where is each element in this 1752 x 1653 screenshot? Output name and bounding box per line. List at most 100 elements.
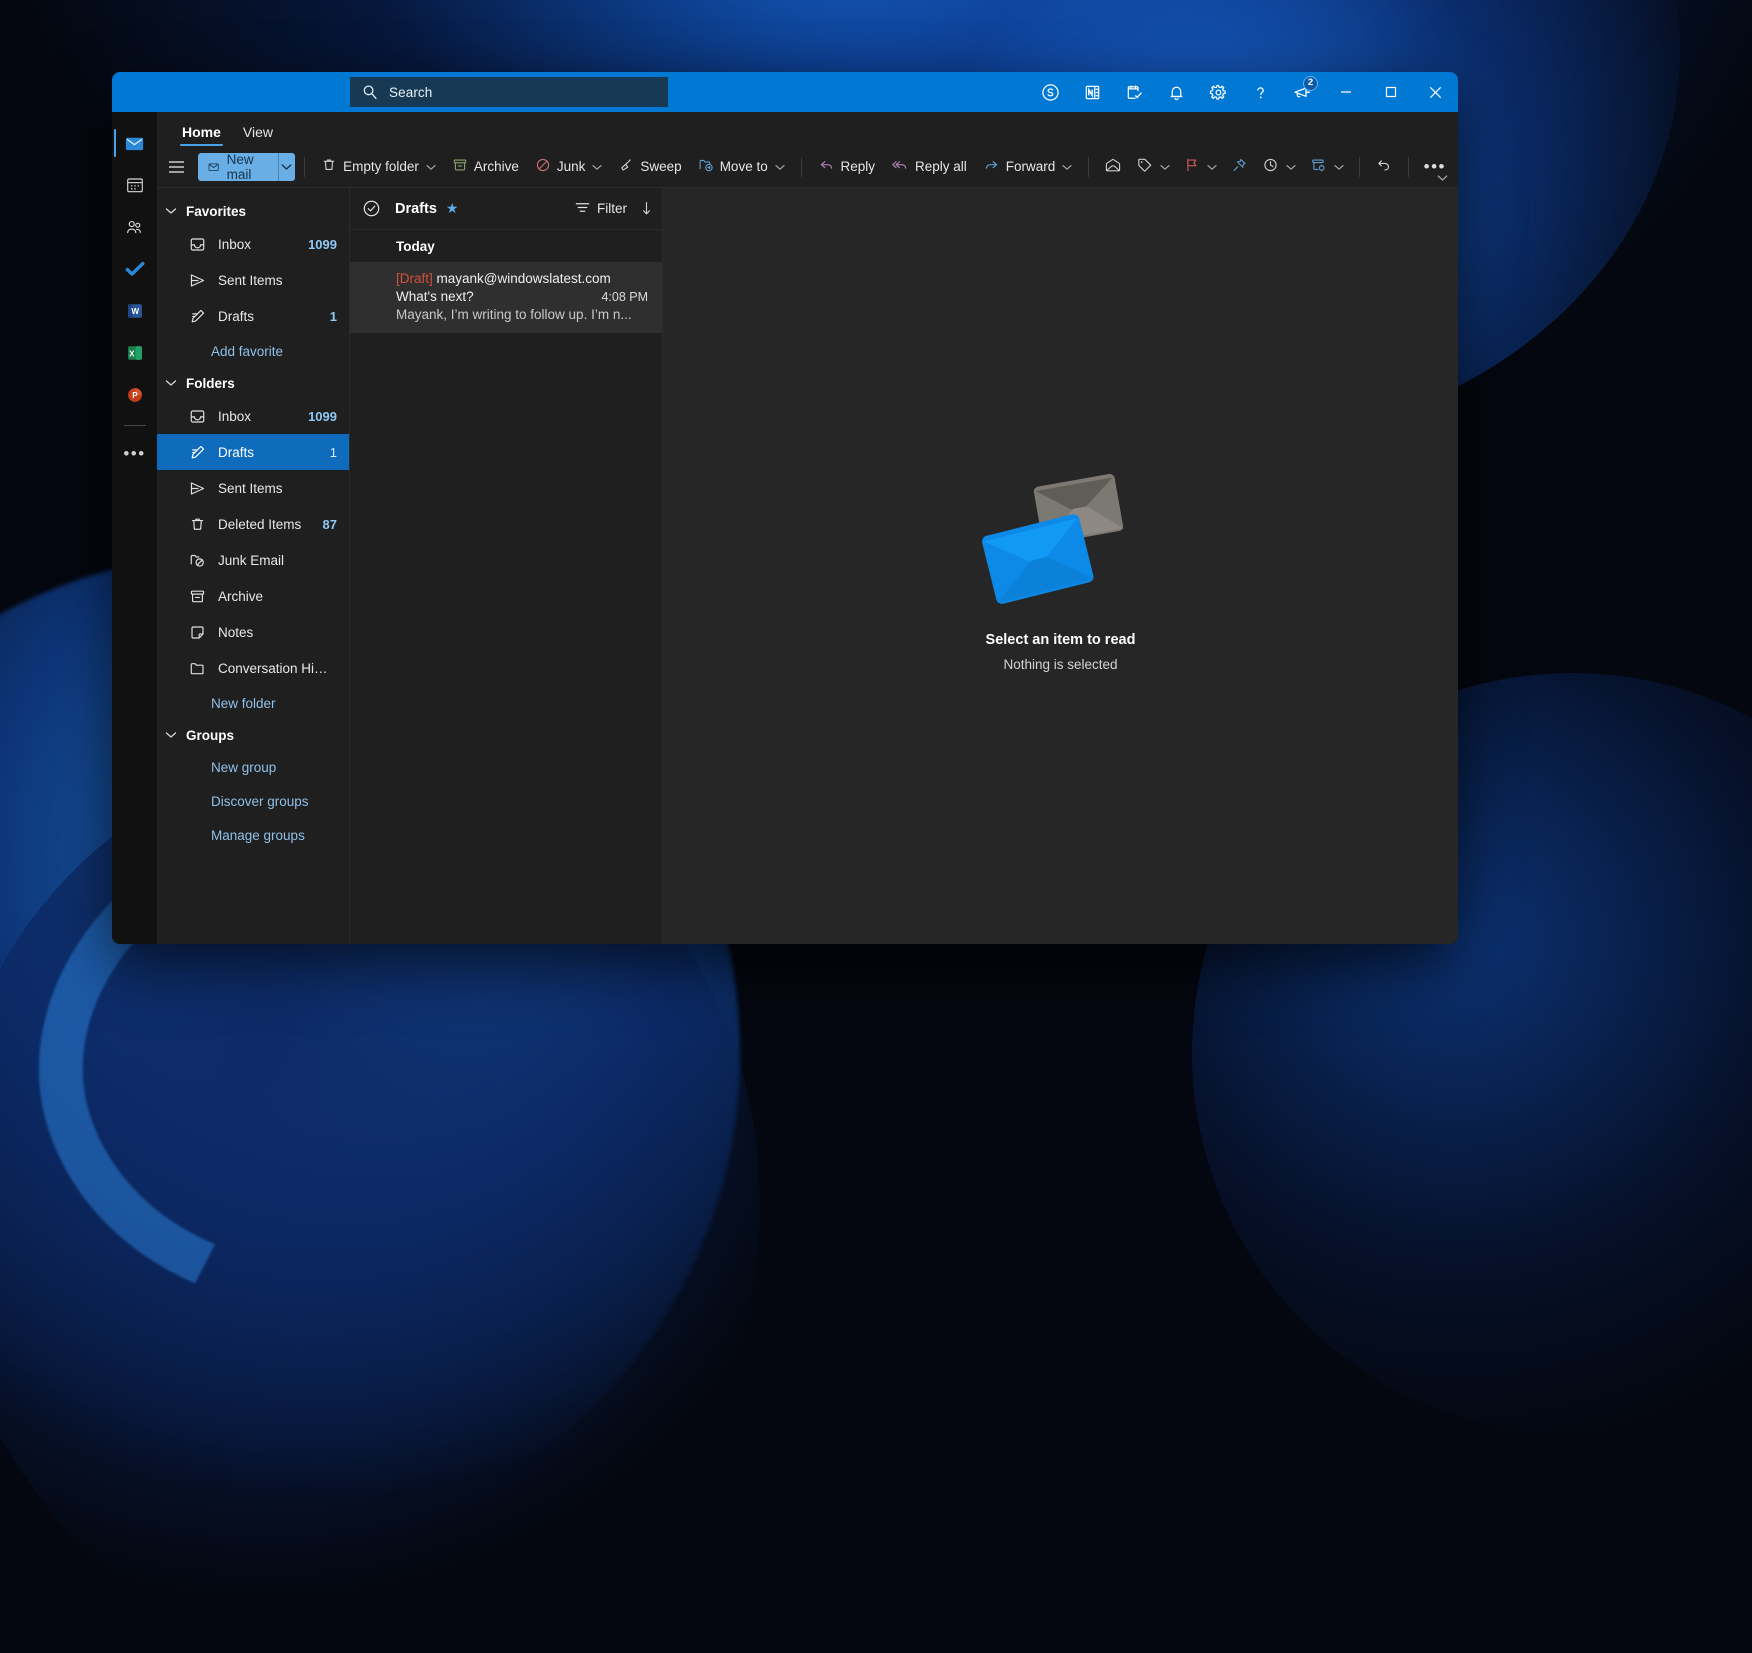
new-mail-main[interactable]: New mail: [198, 153, 277, 181]
help-question-icon[interactable]: [1239, 72, 1281, 112]
move-to-button[interactable]: Move to: [691, 152, 792, 182]
rail-item-more-apps[interactable]: •••: [112, 432, 157, 474]
folder-item-notes[interactable]: Notes: [157, 614, 349, 650]
rail-item-people[interactable]: [112, 206, 157, 248]
rules-button[interactable]: [1304, 152, 1350, 182]
undo-button[interactable]: [1369, 152, 1399, 182]
chevron-down-icon: [165, 726, 177, 744]
filter-icon: [575, 201, 590, 217]
reply-all-arrow-icon: [891, 157, 909, 176]
groups-title: Groups: [186, 728, 234, 743]
junk-button[interactable]: Junk: [528, 152, 610, 182]
folder-item-conversation-history[interactable]: Conversation His...: [157, 650, 349, 686]
sweep-button[interactable]: Sweep: [611, 152, 688, 182]
chevron-down-icon: [1207, 159, 1217, 174]
rail-item-calendar[interactable]: [112, 164, 157, 206]
sort-direction-button[interactable]: [641, 201, 652, 216]
folder-item-archive[interactable]: Archive: [157, 578, 349, 614]
rail-item-powerpoint[interactable]: P: [112, 374, 157, 416]
categorize-button[interactable]: [1130, 152, 1176, 182]
window-body: W X P •••: [112, 112, 1458, 944]
outlook-window: Search: [112, 72, 1458, 944]
main-panes: Favorites Inbox 1099: [157, 188, 1458, 944]
folder-label-junk-email: Junk Email: [218, 553, 329, 568]
groups-section-header[interactable]: Groups: [157, 720, 349, 750]
favorites-title: Favorites: [186, 204, 246, 219]
message-sender-line: [Draft] mayank@windowslatest.com: [396, 271, 648, 286]
tab-home[interactable]: Home: [171, 124, 232, 146]
snooze-button[interactable]: [1256, 152, 1302, 182]
skype-icon[interactable]: [1029, 72, 1071, 112]
message-sender: mayank@windowslatest.com: [437, 271, 611, 286]
message-time: 4:08 PM: [601, 290, 648, 304]
mark-read-button[interactable]: [1098, 152, 1128, 182]
empty-state-title: Select an item to read: [986, 632, 1136, 648]
folder-label-inbox: Inbox: [218, 409, 300, 424]
ribbon-collapse-button[interactable]: [1432, 170, 1452, 186]
folders-section-header[interactable]: Folders: [157, 368, 349, 398]
minimize-button[interactable]: [1323, 72, 1368, 112]
rail-item-todo[interactable]: [112, 248, 157, 290]
reply-button[interactable]: Reply: [811, 152, 883, 182]
tab-view[interactable]: View: [232, 124, 284, 146]
settings-gear-icon[interactable]: [1197, 72, 1239, 112]
forward-button[interactable]: Forward: [976, 152, 1080, 182]
search-input[interactable]: Search: [350, 77, 668, 107]
filter-button[interactable]: Filter: [569, 195, 633, 223]
title-bar-icon-group: 2: [1029, 72, 1323, 112]
close-button[interactable]: [1413, 72, 1458, 112]
new-folder-link[interactable]: New folder: [157, 686, 349, 720]
inbox-icon: [189, 408, 207, 425]
draft-tag: [Draft]: [396, 271, 433, 286]
archive-button[interactable]: Archive: [445, 152, 526, 182]
favorite-item-sent[interactable]: Sent Items: [157, 262, 349, 298]
folder-item-sent-items[interactable]: Sent Items: [157, 470, 349, 506]
command-separator-2: [801, 157, 802, 177]
favorite-count-inbox: 1099: [308, 237, 337, 252]
favorite-item-drafts[interactable]: Drafts 1: [157, 298, 349, 334]
favorite-star-icon[interactable]: ★: [446, 200, 459, 217]
mark-read-envelope-icon: [1104, 157, 1122, 176]
folder-icon: [189, 660, 207, 677]
add-favorite-link[interactable]: Add favorite: [157, 334, 349, 368]
app-surface: Home View New mail: [157, 112, 1458, 944]
message-list-item[interactable]: [Draft] mayank@windowslatest.com What's …: [350, 262, 662, 333]
manage-groups-link[interactable]: Manage groups: [157, 818, 349, 852]
rail-item-mail[interactable]: [112, 122, 157, 164]
folder-item-drafts[interactable]: Drafts 1: [157, 434, 349, 470]
title-bar-left-spacer: [112, 72, 350, 112]
folder-item-junk-email[interactable]: Junk Email: [157, 542, 349, 578]
folder-item-deleted-items[interactable]: Deleted Items 87: [157, 506, 349, 542]
trash-icon: [189, 516, 207, 533]
move-to-folder-icon: [698, 157, 714, 176]
new-mail-button[interactable]: New mail: [198, 153, 295, 181]
app-rail: W X P •••: [112, 112, 157, 944]
folder-item-inbox[interactable]: Inbox 1099: [157, 398, 349, 434]
command-separator-3: [1088, 157, 1089, 177]
navigation-toggle-button[interactable]: [165, 152, 188, 182]
new-mail-dropdown[interactable]: [278, 153, 296, 181]
feedback-megaphone-icon[interactable]: 2: [1281, 72, 1323, 112]
onenote-icon[interactable]: [1071, 72, 1113, 112]
reply-all-button[interactable]: Reply all: [884, 152, 974, 182]
archive-label: Archive: [474, 159, 519, 174]
flag-button[interactable]: [1178, 152, 1223, 182]
discover-groups-link[interactable]: Discover groups: [157, 784, 349, 818]
maximize-button[interactable]: [1368, 72, 1413, 112]
favorites-section-header[interactable]: Favorites: [157, 196, 349, 226]
folder-label-notes: Notes: [218, 625, 329, 640]
svg-text:P: P: [132, 391, 138, 400]
junk-label: Junk: [557, 159, 586, 174]
empty-folder-button[interactable]: Empty folder: [314, 152, 443, 182]
favorite-item-inbox[interactable]: Inbox 1099: [157, 226, 349, 262]
todo-icon[interactable]: [1113, 72, 1155, 112]
rail-item-word[interactable]: W: [112, 290, 157, 332]
new-group-link[interactable]: New group: [157, 750, 349, 784]
select-all-circle-icon[interactable]: [362, 199, 381, 218]
notifications-bell-icon[interactable]: [1155, 72, 1197, 112]
undo-icon: [1375, 157, 1393, 176]
pin-button[interactable]: [1225, 152, 1254, 182]
broom-icon: [618, 157, 634, 176]
rail-item-excel[interactable]: X: [112, 332, 157, 374]
ribbon-tabstrip: Home View: [157, 112, 1458, 146]
